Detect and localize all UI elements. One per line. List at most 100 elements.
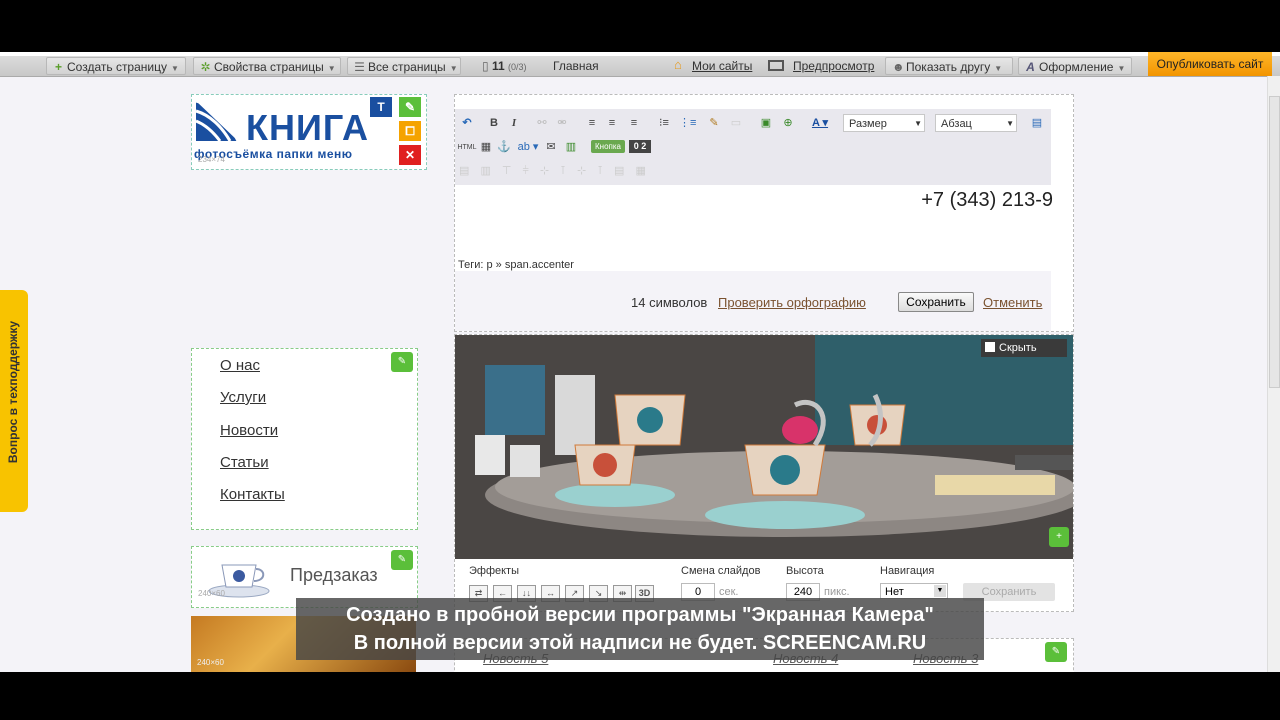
scrollbar-thumb[interactable] xyxy=(1269,96,1280,388)
page-counter: ▯ 11 (0/3) xyxy=(482,59,527,73)
close-icon[interactable]: ✕ xyxy=(399,145,421,165)
film-icon[interactable]: ▥ xyxy=(565,139,577,155)
size-select[interactable]: Размер ▼ xyxy=(843,114,925,132)
align-center-icon[interactable]: ≡ xyxy=(605,115,619,131)
watermark-line-2: В полной версии этой надписи не будет. S… xyxy=(353,632,927,654)
font-a-icon: A xyxy=(1026,60,1035,74)
design-button[interactable]: A Оформление ▼ xyxy=(1018,57,1132,75)
undo-icon[interactable]: ↶ xyxy=(459,115,475,131)
font-color-icon[interactable]: A ▾ xyxy=(809,115,831,131)
crop-icon[interactable]: ⧠ xyxy=(399,121,421,141)
navigation-label: Навигация xyxy=(880,565,935,577)
text-badge[interactable]: T xyxy=(370,97,392,117)
edit-pencil-icon[interactable]: ✎ xyxy=(391,352,413,372)
tag-path: Теги: p » span.accenter xyxy=(458,259,574,271)
effects-label: Эффекты xyxy=(469,565,520,577)
home-icon: ⌂ xyxy=(674,57,682,72)
fullscreen-icon[interactable]: ▤ xyxy=(1029,115,1045,131)
char-count: 14 символов xyxy=(631,295,708,310)
seconds-unit: сек. xyxy=(719,586,739,598)
preview-link[interactable]: Предпросмотр xyxy=(793,56,874,76)
chevron-down-icon: ▼ xyxy=(449,64,458,73)
unlink-icon[interactable]: ⚮ xyxy=(555,115,569,131)
logo-block[interactable]: КНИГА фотосъёмка папки меню 234×74 T ✎ ⧠… xyxy=(191,94,427,170)
edit-pencil-icon[interactable]: ✎ xyxy=(391,550,413,570)
height-label: Высота xyxy=(786,565,824,577)
site-menu-block: ✎ О нас Услуги Новости Статьи Контакты xyxy=(191,348,418,530)
clear-format-icon[interactable]: ▭ xyxy=(729,115,743,131)
navigation-select[interactable]: Нет ▼ xyxy=(880,583,948,599)
logo-text: КНИГА xyxy=(246,107,369,148)
plus-icon: + xyxy=(54,60,62,74)
align-right-icon[interactable]: ≡ xyxy=(627,115,641,131)
site-builder-toolbar: + Создать страницу ▼ ✲ Свойства страницы ▼ ☰… xyxy=(0,56,1280,77)
numbered-list-icon[interactable]: ⋮≡ xyxy=(679,115,696,131)
slider-photo[interactable] xyxy=(455,335,1073,559)
chevron-down-icon: ▼ xyxy=(934,585,946,597)
highlight-icon[interactable]: ab ▾ xyxy=(515,139,541,155)
link-icon[interactable]: ⚯ xyxy=(535,115,549,131)
logo-size-label: 234×74 xyxy=(198,155,225,164)
edit-pencil-icon[interactable]: ✎ xyxy=(399,97,421,117)
users-icon: ☻ xyxy=(892,60,905,74)
tea-size-label: 240×60 xyxy=(197,658,224,667)
chevron-down-icon: ▼ xyxy=(1006,119,1014,128)
my-sites-link[interactable]: Мои сайты xyxy=(692,56,752,76)
pixels-unit: пикс. xyxy=(824,586,850,598)
page-scrollbar[interactable] xyxy=(1267,76,1280,672)
image-icon[interactable]: ▣ xyxy=(759,115,773,131)
watermark-line-1: Создано в пробной версии программы "Экра… xyxy=(346,604,934,626)
text-editor-block: ↶ B I ⚯ ⚮ ≡ ≡ ≡ ⁝≡ ⋮≡ ✎ ▭ ▣ ⊕ A ▾ Размер… xyxy=(454,94,1074,332)
editor-content[interactable]: +7 (343) 213-9 xyxy=(921,189,1053,212)
menu-item-contacts[interactable]: Контакты xyxy=(220,486,285,503)
checkbox-icon[interactable] xyxy=(985,342,995,352)
table-tools-icon: ▤ ▥ ⊤ ⫩ ⊹ ⊺ ⊹ ⊺ ▤ ▦ xyxy=(459,165,650,177)
chevron-down-icon: ▼ xyxy=(914,119,922,128)
page-icon: ▯ xyxy=(482,59,489,73)
chevron-down-icon: ▼ xyxy=(170,64,179,73)
superscript-icon[interactable]: 0 2 xyxy=(629,140,651,153)
preorder-label: Предзаказ xyxy=(290,565,378,585)
button-insert[interactable]: Кнопка xyxy=(591,140,625,153)
paragraph-select[interactable]: Абзац ▼ xyxy=(935,114,1017,132)
menu-item-news[interactable]: Новости xyxy=(220,422,278,439)
slide-change-label: Смена слайдов xyxy=(681,565,761,577)
table-icon[interactable]: ▦ xyxy=(479,139,493,155)
preorder-size-label: 240×60 xyxy=(198,589,225,598)
chevron-down-icon: ▼ xyxy=(327,64,336,73)
chevron-down-icon: ▼ xyxy=(1117,64,1126,73)
mail-icon[interactable]: ✉ xyxy=(543,139,559,155)
html-source-icon[interactable]: HTML xyxy=(457,140,477,156)
save-button[interactable]: Сохранить xyxy=(898,292,974,312)
current-page-label: Главная xyxy=(553,59,599,73)
create-page-button[interactable]: + Создать страницу ▼ xyxy=(46,57,186,75)
menu-item-articles[interactable]: Статьи xyxy=(220,454,269,471)
image-slider-block: Скрыть + Эффекты ⇄ ← ↓↓ ↔ ↗ ↘ ⇹ 3D Смена… xyxy=(454,334,1074,612)
edit-doc-icon[interactable]: ✎ xyxy=(707,115,721,131)
add-slide-icon[interactable]: + xyxy=(1049,527,1069,547)
menu-item-services[interactable]: Услуги xyxy=(220,389,266,406)
publish-site-button[interactable]: Опубликовать сайт xyxy=(1148,52,1272,76)
menu-item-about[interactable]: О нас xyxy=(220,357,260,374)
bold-icon[interactable]: B xyxy=(487,115,501,131)
bullet-list-icon[interactable]: ⁝≡ xyxy=(657,115,671,131)
insert-file-icon[interactable]: ⊕ xyxy=(781,115,795,131)
editor-toolbar: ↶ B I ⚯ ⚮ ≡ ≡ ≡ ⁝≡ ⋮≡ ✎ ▭ ▣ ⊕ A ▾ Размер… xyxy=(455,109,1051,185)
edit-pencil-icon[interactable]: ✎ xyxy=(1045,642,1067,662)
italic-icon[interactable]: I xyxy=(507,115,521,131)
editor-footer: 14 символов Проверить орфографию Сохрани… xyxy=(455,271,1051,331)
trial-watermark: Создано в пробной версии программы "Экра… xyxy=(296,598,984,660)
all-pages-button[interactable]: ☰ Все страницы ▼ xyxy=(347,57,461,75)
book-logo-icon xyxy=(195,99,240,141)
spellcheck-link[interactable]: Проверить орфографию xyxy=(718,295,866,310)
cancel-link[interactable]: Отменить xyxy=(983,295,1042,310)
app-screen: + Создать страницу ▼ ✲ Свойства страницы ▼ ☰… xyxy=(0,52,1280,672)
gear-icon: ✲ xyxy=(200,60,211,74)
hide-toggle[interactable]: Скрыть xyxy=(981,339,1067,357)
chevron-down-icon: ▼ xyxy=(994,64,1003,73)
align-left-icon[interactable]: ≡ xyxy=(585,115,599,131)
show-friend-button[interactable]: ☻Показать другу ▼ xyxy=(885,57,1013,75)
page-properties-button[interactable]: ✲ Свойства страницы ▼ xyxy=(193,57,341,75)
anchor-icon[interactable]: ⚓ xyxy=(497,139,511,155)
support-tab[interactable]: Вопрос в техподдержку xyxy=(0,290,28,512)
